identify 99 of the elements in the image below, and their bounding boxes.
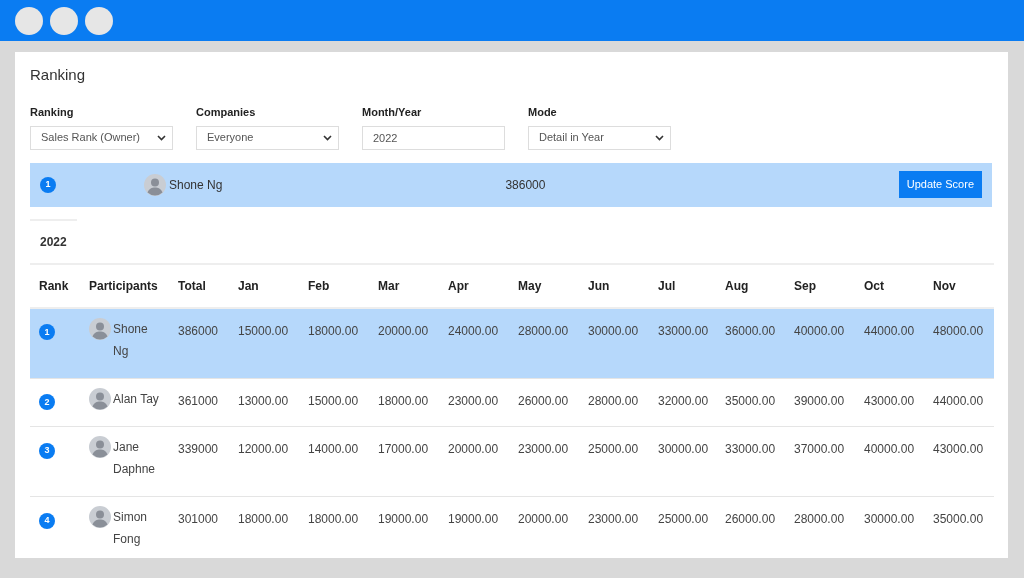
window-button[interactable] — [50, 6, 78, 35]
table-cell: 20000.00 — [439, 426, 509, 497]
column-header: Rank — [30, 263, 80, 308]
window-button[interactable] — [85, 6, 113, 35]
table-cell: 15000.00 — [229, 307, 299, 378]
score-value: 386000 — [505, 176, 546, 194]
table-cell: 39000.00 — [785, 378, 855, 427]
column-header: Total — [169, 263, 229, 308]
table-cell: 37000.00 — [785, 426, 855, 497]
table-cell: 23000.00 — [579, 496, 649, 558]
table-cell: 48000.00 — [924, 307, 994, 378]
rank-badge: 2 — [39, 394, 55, 411]
table-cell: 339000 — [169, 426, 229, 497]
table-cell: 25000.00 — [579, 426, 649, 497]
table-cell: 30000.00 — [855, 496, 924, 558]
column-header: Aug — [716, 263, 785, 308]
table-cell: 28000.00 — [579, 378, 649, 427]
column-header: Jun — [579, 263, 649, 308]
table-cell: 30000.00 — [649, 426, 716, 497]
dropdown[interactable]: Everyone — [196, 125, 339, 150]
table-cell: 28000.00 — [509, 307, 579, 378]
avatar-icon — [144, 173, 166, 196]
avatar-icon — [89, 436, 111, 459]
field-label: Companies — [196, 105, 257, 120]
column-header: Nov — [924, 263, 994, 308]
table-row[interactable]: 1 Shone Ng 386000 15000.00 18000.00 20000.00 24000.00 28000.00 30000.00 33000.00 36000.00 40000.00 44000.00 48000.00 — [30, 307, 994, 378]
table-cell: 361000 — [169, 378, 229, 427]
avatar-icon — [89, 317, 111, 340]
table-cell: 40000.00 — [785, 307, 855, 378]
table-cell: 15000.00 — [299, 378, 369, 427]
avatar-icon — [89, 506, 111, 529]
participant-name: Shone Ng — [113, 320, 149, 360]
participant-name: Alan Tay — [113, 390, 159, 408]
column-header: Feb — [299, 263, 369, 308]
table-cell: 23000.00 — [509, 426, 579, 497]
table-cell: 33000.00 — [716, 426, 785, 497]
table-cell: 43000.00 — [924, 426, 994, 497]
column-header: Oct — [855, 263, 924, 308]
column-header: Apr — [439, 263, 509, 308]
table-cell: 18000.00 — [229, 496, 299, 558]
table-cell: 36000.00 — [716, 307, 785, 378]
window-button[interactable] — [15, 6, 43, 35]
table-cell: 12000.00 — [229, 426, 299, 497]
rank-badge: 3 — [39, 443, 55, 459]
table-cell: 32000.00 — [649, 378, 716, 427]
field-label: Month/Year — [362, 105, 423, 120]
field-label: Ranking — [30, 105, 75, 120]
table-cell: 30000.00 — [579, 307, 649, 378]
table-cell: 35000.00 — [924, 496, 994, 558]
caret-icon — [655, 134, 664, 141]
dropdown[interactable]: Detail in Year — [528, 125, 671, 150]
table-cell: 25000.00 — [649, 496, 716, 558]
avatar-icon — [89, 387, 111, 410]
table-cell: 24000.00 — [439, 307, 509, 378]
rank-badge: 4 — [39, 513, 55, 529]
update-score-button[interactable]: Update Score — [898, 171, 982, 198]
table-cell: 40000.00 — [855, 426, 924, 497]
column-header: Sep — [785, 263, 855, 308]
table-cell: 14000.00 — [299, 426, 369, 497]
table-row[interactable]: 2 Alan Tay 361000 13000.00 15000.00 18000.00 23000.00 26000.00 28000.00 32000.00 35000.00 39000.00 43000.00 44000.00 — [30, 378, 994, 427]
table-cell: 386000 — [169, 307, 229, 378]
rank-badge: 1 — [39, 324, 55, 341]
table-cell: 26000.00 — [509, 378, 579, 427]
column-header: May — [509, 263, 579, 308]
input-field[interactable]: 2022 — [362, 125, 505, 150]
table-cell: 44000.00 — [924, 378, 994, 427]
participant-name: Jane Daphne — [113, 439, 157, 479]
column-header: Participants — [80, 263, 169, 308]
page-title: Ranking — [30, 66, 87, 84]
dropdown[interactable]: Sales Rank (Owner) — [30, 125, 173, 150]
table-cell: 19000.00 — [369, 496, 439, 558]
participant-name: Simon Fong — [113, 509, 148, 549]
table-cell: 19000.00 — [439, 496, 509, 558]
table-cell: 23000.00 — [439, 378, 509, 427]
table-cell: 18000.00 — [299, 496, 369, 558]
field-label: Mode — [528, 105, 558, 120]
table-cell: 301000 — [169, 496, 229, 558]
table-cell: 33000.00 — [649, 307, 716, 378]
caret-icon — [323, 134, 332, 141]
table-cell: 28000.00 — [785, 496, 855, 558]
column-header: Jul — [649, 263, 716, 308]
caret-icon — [157, 134, 166, 141]
table-cell: 18000.00 — [299, 307, 369, 378]
participant-name: Shone Ng — [169, 176, 223, 194]
table-cell: 18000.00 — [369, 378, 439, 427]
table-cell: 20000.00 — [509, 496, 579, 558]
table-cell: 26000.00 — [716, 496, 785, 558]
tab[interactable]: 2022 — [30, 218, 77, 263]
table-row[interactable]: 3 Jane Daphne 339000 12000.00 14000.00 17000.00 20000.00 23000.00 25000.00 30000.00 33000.00 37000.00 40000.00 43000.00 — [30, 426, 994, 497]
table-cell: 43000.00 — [855, 378, 924, 427]
table-cell: 35000.00 — [716, 378, 785, 427]
table-cell: 13000.00 — [229, 378, 299, 427]
table-cell: 20000.00 — [369, 307, 439, 378]
column-header: Jan — [229, 263, 299, 308]
table-cell: 17000.00 — [369, 426, 439, 497]
column-header: Mar — [369, 263, 439, 308]
table-cell: 44000.00 — [855, 307, 924, 378]
rank-badge: 1 — [40, 176, 56, 193]
table-row[interactable]: 4 Simon Fong 301000 18000.00 18000.00 19000.00 19000.00 20000.00 23000.00 25000.00 26000.00 28000.00 30000.00 35000.00 — [30, 496, 994, 558]
